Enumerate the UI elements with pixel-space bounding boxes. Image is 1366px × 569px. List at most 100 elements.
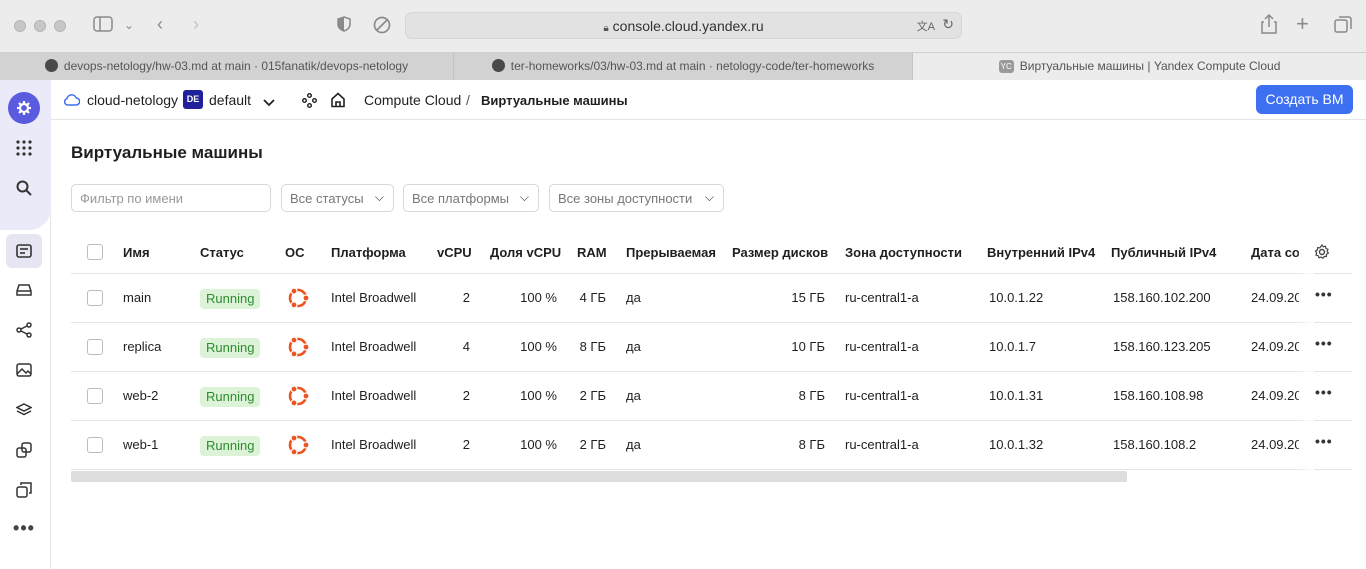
instance-groups-icon[interactable] (8, 434, 40, 466)
row-checkbox[interactable] (87, 388, 103, 404)
vm-internal-ip: 10.0.1.22 (989, 290, 1044, 305)
new-tab-icon[interactable]: + (1296, 13, 1309, 35)
yandex-cloud-logo-icon[interactable] (8, 92, 40, 124)
create-vm-button[interactable]: Создать ВМ (1256, 85, 1353, 114)
column-header-os[interactable]: ОС (285, 245, 305, 260)
column-header-internal-ip[interactable]: Внутренний IPv4 (987, 245, 1095, 260)
row-actions-icon[interactable]: ••• (1315, 335, 1333, 351)
row-checkbox[interactable] (87, 339, 103, 355)
chevron-down-icon[interactable] (263, 94, 275, 112)
zoom-window-button[interactable] (54, 20, 66, 32)
vm-name[interactable]: web-2 (123, 388, 158, 403)
name-filter-input[interactable]: Фильтр по имени (71, 184, 271, 212)
vm-preemptible: да (626, 388, 641, 403)
github-icon (491, 59, 505, 72)
vm-name[interactable]: web-1 (123, 437, 158, 452)
status-select[interactable]: Все статусы ⌵ (281, 184, 394, 212)
virtual-machines-icon[interactable] (6, 234, 42, 268)
vm-name[interactable]: main (123, 290, 151, 305)
row-actions-icon[interactable]: ••• (1315, 384, 1333, 400)
chevron-down-icon[interactable]: ⌄ (124, 15, 134, 35)
vm-vcpu-share: 100 % (520, 339, 557, 354)
table-row[interactable]: main Running Intel Broadwell 2 100 % 4 Г… (71, 274, 1352, 323)
column-header-vcpu[interactable]: vCPU (437, 245, 472, 260)
platform-select[interactable]: Все платформы ⌵ (403, 184, 539, 212)
reload-icon[interactable]: ↻ (942, 16, 954, 33)
breadcrumb-service[interactable]: Compute Cloud (364, 92, 461, 108)
row-checkbox[interactable] (87, 437, 103, 453)
horizontal-scrollbar[interactable] (71, 471, 1127, 482)
dedicated-hosts-icon[interactable] (8, 474, 40, 506)
ubuntu-icon (286, 433, 310, 462)
column-header-vcpu-share[interactable]: Доля vCPU (490, 245, 561, 260)
service-nodes-icon[interactable] (302, 93, 317, 113)
vm-created-date: 24.09.20 (1251, 290, 1299, 305)
address-bar[interactable]: 🔒︎ console.cloud.yandex.ru 文A ↻ (405, 12, 962, 39)
column-header-preemptible[interactable]: Прерываемая (626, 245, 716, 260)
block-icon[interactable] (373, 16, 391, 38)
vm-ram: 2 ГБ (579, 437, 606, 452)
search-icon[interactable] (8, 172, 40, 204)
column-header-disk-size[interactable]: Размер дисков (732, 245, 828, 260)
more-icon[interactable]: ••• (8, 512, 40, 544)
cloud-icon (63, 93, 81, 111)
table-row[interactable]: replica Running Intel Broadwell 4 100 % … (71, 323, 1352, 372)
github-icon (44, 59, 58, 72)
tab-yandex-cloud[interactable]: YC Виртуальные машины | Yandex Compute Cl… (913, 53, 1366, 80)
column-header-status[interactable]: Статус (200, 245, 244, 260)
disks-icon[interactable] (8, 274, 40, 306)
vm-platform: Intel Broadwell (331, 388, 417, 403)
sidebar-toggle-icon[interactable] (93, 16, 113, 36)
vm-vcpu: 2 (462, 388, 470, 403)
privacy-shield-icon[interactable] (337, 16, 351, 36)
tab-overview-icon[interactable] (1334, 16, 1352, 38)
vm-vcpu-share: 100 % (520, 437, 557, 452)
translate-icon[interactable]: 文A (917, 18, 935, 34)
vm-name[interactable]: replica (123, 339, 161, 354)
tab-label: devops-netology/hw-03.md at main · 015fa… (63, 59, 409, 73)
column-header-name[interactable]: Имя (123, 245, 150, 260)
status-badge: Running (200, 289, 261, 309)
page-title: Виртуальные машины (71, 143, 263, 162)
column-header-public-ip[interactable]: Публичный IPv4 (1111, 245, 1216, 260)
vm-disk-size: 10 ГБ (791, 339, 825, 354)
ubuntu-icon (286, 286, 310, 315)
share-icon[interactable] (1261, 13, 1277, 38)
minimize-window-button[interactable] (34, 20, 46, 32)
breadcrumb-separator: / (466, 92, 470, 108)
row-actions-icon[interactable]: ••• (1315, 433, 1333, 449)
vm-disk-size: 8 ГБ (798, 437, 825, 452)
row-checkbox[interactable] (87, 290, 103, 306)
tab-label: Виртуальные машины | Yandex Compute Clou… (1019, 59, 1281, 73)
vm-disk-size: 8 ГБ (798, 388, 825, 403)
table-settings-gear-icon[interactable] (1314, 244, 1330, 260)
vm-platform: Intel Broadwell (331, 339, 417, 354)
tab-label: ter-homeworks/03/hw-03.md at main · neto… (510, 59, 875, 73)
cloud-name[interactable]: cloud-netology (87, 92, 178, 108)
table-row[interactable]: web-1 Running Intel Broadwell 2 100 % 2 … (71, 421, 1352, 470)
tab-devops-netology[interactable]: devops-netology/hw-03.md at main · 015fa… (0, 53, 454, 80)
zone-select[interactable]: Все зоны доступности ⌵ (549, 184, 724, 212)
back-icon[interactable]: ‹ (157, 14, 163, 34)
folder-name[interactable]: default (209, 92, 251, 108)
select-all-checkbox[interactable] (87, 244, 103, 260)
row-actions-icon[interactable]: ••• (1315, 286, 1333, 302)
chevron-down-icon: ⌵ (374, 190, 384, 204)
table-row[interactable]: web-2 Running Intel Broadwell 2 100 % 2 … (71, 372, 1352, 421)
column-header-platform[interactable]: Платформа (331, 245, 406, 260)
chevron-down-icon: ⌵ (704, 190, 714, 204)
home-icon[interactable] (330, 92, 346, 113)
forward-icon[interactable]: › (193, 14, 199, 34)
close-window-button[interactable] (14, 20, 26, 32)
vm-internal-ip: 10.0.1.32 (989, 437, 1044, 452)
column-header-created-date[interactable]: Дата со (1251, 245, 1299, 260)
tab-ter-homeworks[interactable]: ter-homeworks/03/hw-03.md at main · neto… (454, 53, 913, 80)
services-grid-icon[interactable] (8, 132, 40, 164)
vm-created-date: 24.09.20 (1251, 388, 1299, 403)
url-text: console.cloud.yandex.ru (612, 18, 764, 34)
column-header-zone[interactable]: Зона доступности (845, 245, 962, 260)
snapshots-icon[interactable] (8, 394, 40, 426)
column-header-ram[interactable]: RAM (577, 245, 607, 260)
placement-groups-icon[interactable] (8, 314, 40, 346)
images-icon[interactable] (8, 354, 40, 386)
